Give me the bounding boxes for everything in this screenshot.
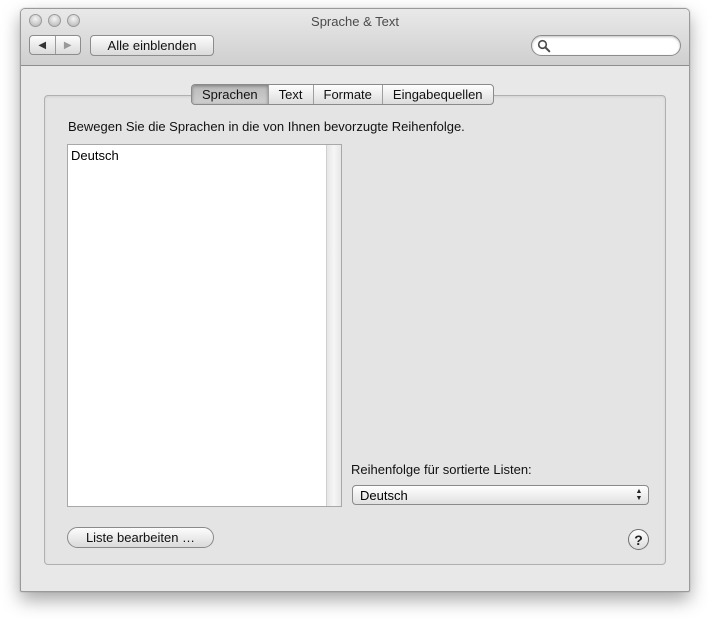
tab-text[interactable]: Text	[267, 85, 313, 104]
up-down-arrows-icon: ▲ ▼	[635, 488, 643, 502]
sort-order-value: Deutsch	[360, 488, 408, 503]
forward-arrow-icon: ▶	[63, 39, 72, 51]
list-item[interactable]: Deutsch	[71, 148, 119, 163]
sort-order-select[interactable]: Deutsch ▲ ▼	[352, 485, 649, 505]
titlebar: Sprache & Text ◀ ▶ Alle einblenden	[21, 9, 689, 66]
tab-formate[interactable]: Formate	[312, 85, 382, 104]
language-order-instruction: Bewegen Sie die Sprachen in die von Ihne…	[68, 119, 465, 134]
search-field[interactable]	[531, 35, 681, 56]
search-input[interactable]	[554, 38, 678, 55]
tab-bar: Sprachen Text Formate Eingabequellen	[191, 84, 494, 105]
list-scrollbar[interactable]	[326, 145, 341, 506]
back-arrow-icon: ◀	[38, 39, 47, 51]
tab-sprachen[interactable]: Sprachen	[192, 85, 268, 104]
tab-eingabequellen[interactable]: Eingabequellen	[381, 85, 493, 104]
preferences-window: Sprache & Text ◀ ▶ Alle einblenden Sprac…	[20, 8, 690, 592]
help-button[interactable]: ?	[628, 529, 649, 550]
navigation-buttons: ◀ ▶	[29, 35, 81, 55]
help-icon: ?	[634, 531, 643, 548]
edit-list-button[interactable]: Liste bearbeiten …	[67, 527, 214, 548]
show-all-button[interactable]: Alle einblenden	[90, 35, 214, 56]
forward-button[interactable]: ▶	[56, 36, 81, 54]
back-button[interactable]: ◀	[30, 36, 56, 54]
window-title: Sprache & Text	[311, 14, 399, 29]
search-icon	[537, 39, 551, 53]
sort-order-label: Reihenfolge für sortierte Listen:	[351, 462, 532, 477]
language-list[interactable]: Deutsch	[67, 144, 342, 507]
